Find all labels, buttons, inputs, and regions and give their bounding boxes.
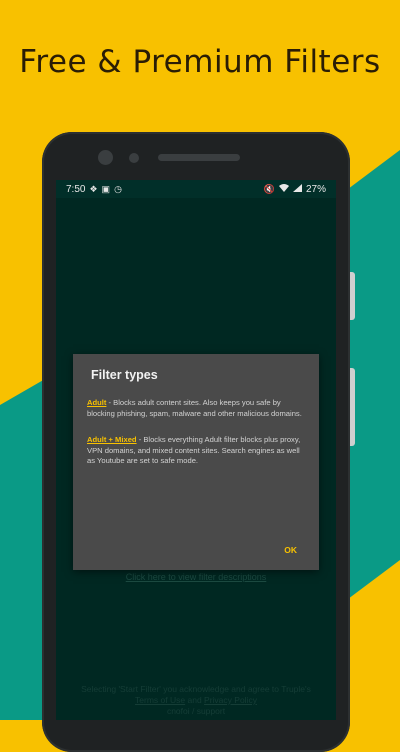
sensor-icon: [129, 153, 139, 163]
adult-term: Adult: [87, 398, 107, 407]
clock-icon: ◷: [114, 183, 122, 194]
signal-icon: [292, 184, 302, 194]
phone-screen: 7:50 ❖ ▣ ◷ 🔇 27% Click here to view filt…: [56, 180, 336, 720]
dialog-title: Filter types: [91, 368, 158, 382]
adult-description: Adult - Blocks adult content sites. Also…: [87, 398, 307, 419]
battery-percent: 27%: [305, 183, 326, 195]
adult-desc-text: - Blocks adult content sites. Also keeps…: [87, 398, 302, 418]
filter-types-dialog: Filter types Adult - Blocks adult conten…: [73, 354, 319, 570]
status-time: 7:50: [66, 183, 86, 195]
wifi-icon: [278, 184, 289, 194]
dropbox-icon: ❖: [89, 183, 98, 194]
camera-icon: [98, 150, 113, 165]
mixed-term: Adult + Mixed: [87, 435, 137, 444]
image-icon: ▣: [101, 183, 111, 194]
mute-icon: 🔇: [263, 183, 275, 194]
ok-button[interactable]: OK: [284, 545, 297, 555]
mixed-description: Adult + Mixed - Blocks everything Adult …: [87, 435, 307, 467]
headline: Free & Premium Filters: [19, 44, 381, 80]
status-bar: 7:50 ❖ ▣ ◷ 🔇 27%: [56, 180, 336, 198]
speaker-grille: [158, 154, 240, 161]
